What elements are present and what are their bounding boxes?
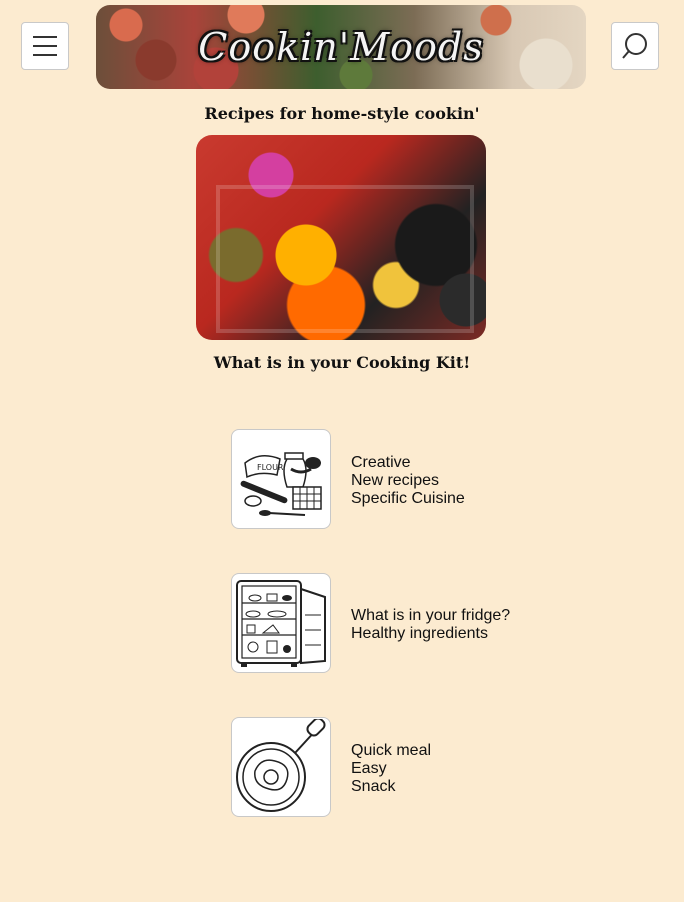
fridge-icon	[236, 580, 326, 667]
kit-item-line: Healthy ingredients	[351, 625, 488, 642]
kit-item-thumbnail[interactable]	[231, 573, 331, 673]
kit-item-line: Easy	[351, 760, 387, 777]
baking-tools-icon: FLOUR	[240, 452, 322, 516]
kit-item-description: Creative New recipes Specific Cuisine	[351, 454, 465, 508]
frying-pan-icon	[236, 719, 326, 812]
kit-item-description: Quick meal Easy Snack	[351, 742, 431, 796]
kit-item-creative[interactable]: FLOUR Creative New recipes Specific Cuis…	[231, 429, 465, 529]
kit-item-line: Specific Cuisine	[351, 490, 465, 507]
hamburger-menu-icon	[33, 36, 57, 56]
kit-item-line: Snack	[351, 778, 396, 795]
kit-item-description: What is in your fridge? Healthy ingredie…	[351, 607, 510, 643]
site-banner[interactable]: Cookin'Moods	[96, 5, 586, 89]
kit-item-line: Creative	[351, 454, 411, 471]
hero-collage-image	[196, 135, 486, 340]
kit-item-fridge[interactable]: What is in your fridge? Healthy ingredie…	[231, 573, 510, 673]
kit-item-thumbnail[interactable]: FLOUR	[231, 429, 331, 529]
search-icon	[622, 33, 647, 59]
search-button[interactable]	[611, 22, 659, 70]
site-logo-title: Cookin'Moods	[198, 25, 484, 69]
kit-item-line: New recipes	[351, 472, 440, 489]
hero-image-frame	[216, 185, 474, 333]
svg-text:FLOUR: FLOUR	[257, 463, 284, 472]
kit-item-line: What is in your fridge?	[351, 607, 511, 624]
kit-item-quick-meal[interactable]: Quick meal Easy Snack	[231, 717, 431, 817]
page-tagline: Recipes for home-style cookin'	[204, 104, 480, 123]
kit-item-line: Quick meal	[351, 742, 432, 759]
menu-button[interactable]	[21, 22, 69, 70]
cooking-kit-heading: What is in your Cooking Kit!	[213, 353, 471, 372]
kit-item-thumbnail[interactable]	[231, 717, 331, 817]
